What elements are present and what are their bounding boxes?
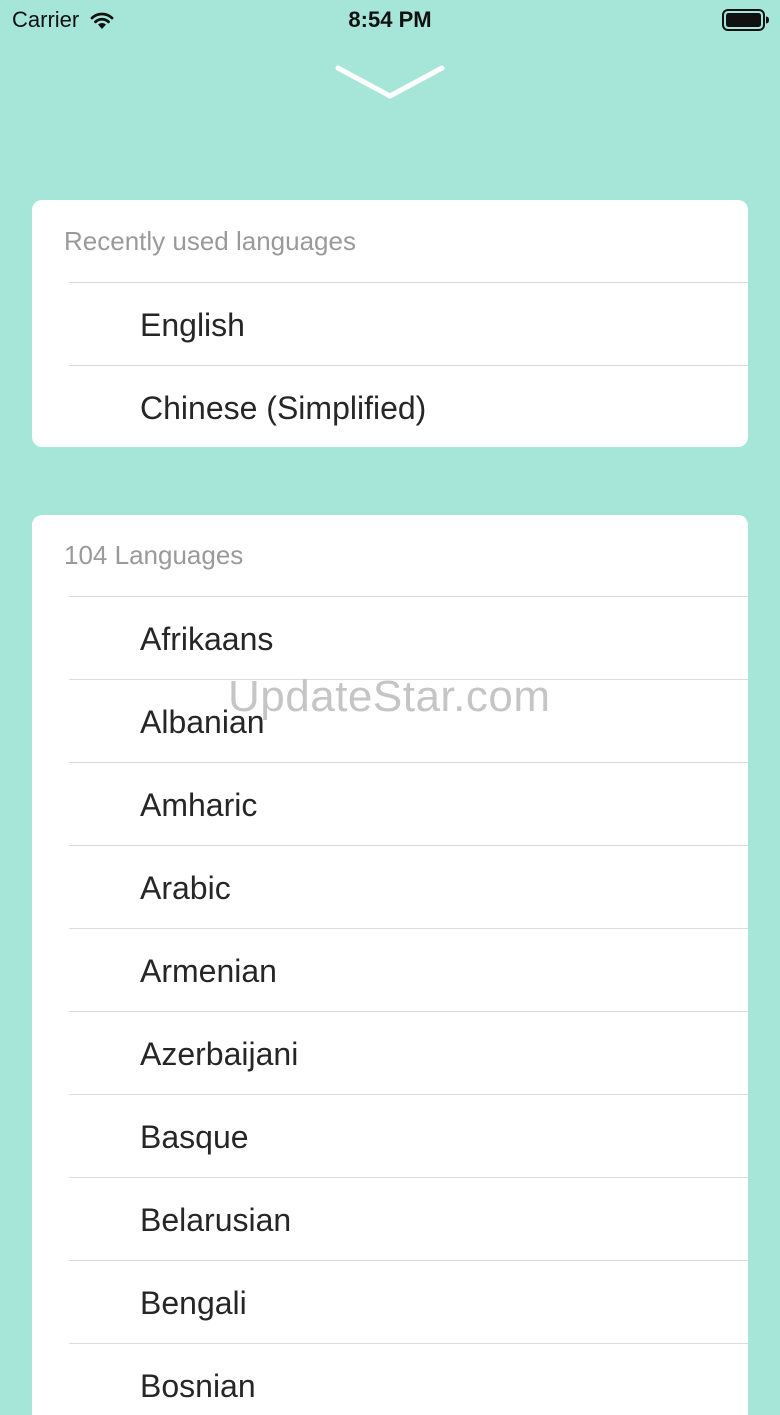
chevron-down-icon[interactable] — [330, 62, 450, 106]
all-languages-header: 104 Languages — [64, 540, 244, 570]
status-bar: Carrier 8:54 PM — [0, 0, 780, 40]
all-languages-card: 104 Languages Afrikaans Albanian Amharic… — [32, 515, 748, 1415]
language-item-bengali[interactable]: Bengali — [69, 1260, 748, 1343]
recent-language-item-chinese-simplified[interactable]: Chinese (Simplified) — [69, 365, 748, 447]
recent-language-item-english[interactable]: English — [69, 282, 748, 365]
language-item-armenian[interactable]: Armenian — [69, 928, 748, 1011]
language-item-azerbaijani[interactable]: Azerbaijani — [69, 1011, 748, 1094]
language-item-amharic[interactable]: Amharic — [69, 762, 748, 845]
language-item-albanian[interactable]: Albanian — [69, 679, 748, 762]
recent-languages-card: Recently used languages English Chinese … — [32, 200, 748, 447]
language-item-basque[interactable]: Basque — [69, 1094, 748, 1177]
language-item-bosnian[interactable]: Bosnian — [69, 1343, 748, 1415]
battery-icon — [722, 9, 769, 31]
status-time: 8:54 PM — [348, 7, 432, 32]
language-item-afrikaans[interactable]: Afrikaans — [69, 596, 748, 679]
language-item-belarusian[interactable]: Belarusian — [69, 1177, 748, 1260]
language-item-arabic[interactable]: Arabic — [69, 845, 748, 928]
recent-languages-header: Recently used languages — [64, 226, 356, 256]
